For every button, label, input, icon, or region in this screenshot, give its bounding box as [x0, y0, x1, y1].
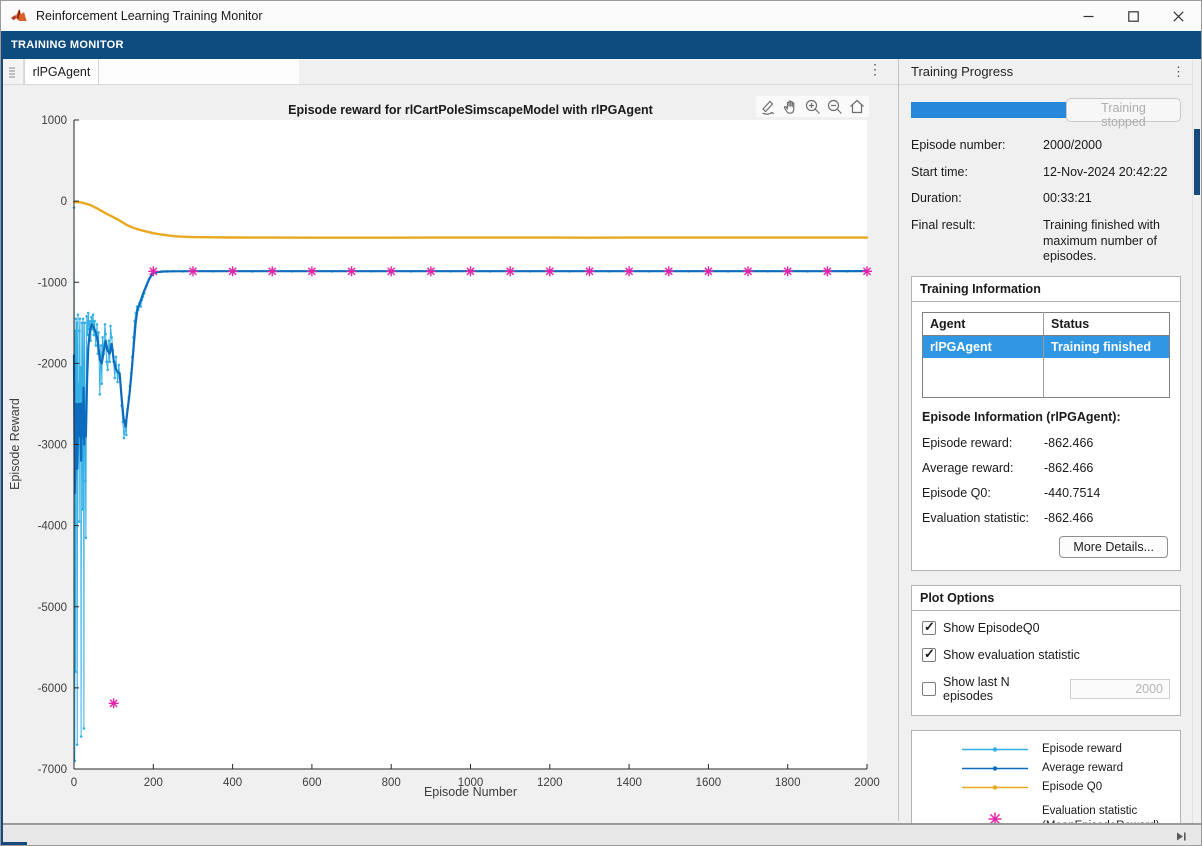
agent-status-table: Agent Status rlPGAgent Training finished	[922, 312, 1170, 399]
plot-options-card: Plot Options Show EpisodeQ0 Show evaluat…	[911, 585, 1181, 716]
bottom-status-strip	[1, 823, 1201, 846]
field-episode-reward: Episode reward: -862.466	[922, 436, 1170, 450]
svg-text:-6000: -6000	[38, 683, 67, 695]
stat-duration: Duration: 00:33:21	[911, 191, 1181, 207]
progress-row: Training stopped	[911, 98, 1181, 122]
stat-episode-number: Episode number: 2000/2000	[911, 138, 1181, 154]
show-episodeq0-checkbox[interactable]	[922, 621, 936, 635]
legend-item-average-reward: Average reward	[912, 759, 1180, 778]
app-window: Reinforcement Learning Training Monitor …	[0, 0, 1202, 846]
close-button[interactable]	[1156, 1, 1201, 31]
stat-start-time: Start time: 12-Nov-2024 20:42:22	[911, 165, 1181, 181]
panel-header: Training Progress ⋮	[899, 59, 1193, 85]
progress-stats: Episode number: 2000/2000 Start time: 12…	[911, 138, 1181, 265]
close-icon	[1173, 11, 1184, 22]
tab-bar-spacer	[99, 59, 299, 84]
reward-plot[interactable]: 0200400600800100012001400160018002000100…	[1, 85, 898, 821]
title-bar: Reinforcement Learning Training Monitor	[1, 1, 1201, 31]
option-show-last-n-episodes: Show last N episodes	[922, 675, 1170, 703]
show-last-n-episodes-checkbox[interactable]	[922, 682, 936, 696]
training-information-card: Training Information Agent Status rlPGAg…	[911, 276, 1181, 572]
progress-fill	[911, 102, 1066, 118]
scrollbar-thumb[interactable]	[1194, 129, 1200, 195]
svg-text:-3000: -3000	[38, 440, 67, 452]
panel-overflow-menu-icon[interactable]: ⋮	[1172, 64, 1185, 80]
document-tab-bar: rlPGAgent ⋮	[1, 59, 898, 85]
tab-overflow-menu-icon[interactable]: ⋮	[868, 61, 882, 78]
svg-text:1000: 1000	[41, 115, 67, 127]
minimize-button[interactable]	[1066, 1, 1111, 31]
svg-text:-5000: -5000	[38, 602, 67, 614]
svg-text:-1000: -1000	[38, 277, 67, 289]
field-average-reward: Average reward: -862.466	[922, 461, 1170, 475]
average-reward-line-swatch	[962, 763, 1028, 774]
more-details-button[interactable]: More Details...	[1059, 536, 1168, 558]
toolstrip-training-monitor[interactable]: TRAINING MONITOR	[1, 31, 1201, 59]
episode-q0-line-swatch	[962, 782, 1028, 793]
training-stopped-button[interactable]: Training stopped	[1066, 98, 1181, 122]
training-information-title: Training Information	[912, 277, 1180, 302]
legend-item-episode-q0: Episode Q0	[912, 778, 1180, 797]
window-left-border	[1, 31, 3, 845]
training-progress-panel: Training Progress ⋮ Training stopped Epi…	[899, 59, 1193, 823]
window-corner-accent	[1, 842, 27, 845]
x-axis-label: Episode Number	[74, 785, 867, 799]
episode-information-title: Episode Information (rlPGAgent):	[922, 410, 1170, 424]
maximize-button[interactable]	[1111, 1, 1156, 31]
field-episode-q0: Episode Q0: -440.7514	[922, 486, 1170, 500]
episode-reward-line-swatch	[962, 744, 1028, 755]
last-n-episodes-input[interactable]	[1070, 679, 1170, 699]
table-empty-row	[923, 358, 1170, 398]
expand-panel-icon[interactable]	[1175, 830, 1188, 846]
panel-scrollbar[interactable]	[1192, 59, 1200, 823]
legend-item-episode-reward: Episode reward	[912, 740, 1180, 759]
tab-grabber-icon[interactable]	[1, 59, 24, 84]
svg-text:-2000: -2000	[38, 358, 67, 370]
plot-options-title: Plot Options	[912, 586, 1180, 611]
maximize-icon	[1128, 11, 1139, 22]
svg-text:-4000: -4000	[38, 521, 67, 533]
show-evaluation-statistic-checkbox[interactable]	[922, 648, 936, 662]
column-status: Status	[1044, 312, 1170, 335]
matlab-logo-icon	[10, 8, 28, 24]
window-title: Reinforcement Learning Training Monitor	[36, 9, 263, 23]
table-row[interactable]: rlPGAgent Training finished	[923, 335, 1170, 358]
minimize-icon	[1083, 11, 1094, 22]
column-agent: Agent	[923, 312, 1044, 335]
tab-rlpgagent[interactable]: rlPGAgent	[24, 59, 99, 84]
panel-title: Training Progress	[911, 64, 1172, 79]
field-evaluation-statistic: Evaluation statistic: -862.466	[922, 511, 1170, 525]
svg-text:-7000: -7000	[38, 764, 67, 776]
stat-final-result: Final result: Training finished with max…	[911, 218, 1181, 265]
option-show-evaluation-statistic: Show evaluation statistic	[922, 648, 1170, 662]
option-show-episodeq0: Show EpisodeQ0	[922, 621, 1170, 635]
svg-text:0: 0	[61, 196, 67, 208]
y-axis-label: Episode Reward	[8, 364, 22, 524]
reward-chart-panel: Episode reward for rlCartPoleSimscapeMod…	[1, 85, 898, 821]
window-controls	[1066, 1, 1201, 31]
training-progress-bar	[911, 102, 1066, 118]
